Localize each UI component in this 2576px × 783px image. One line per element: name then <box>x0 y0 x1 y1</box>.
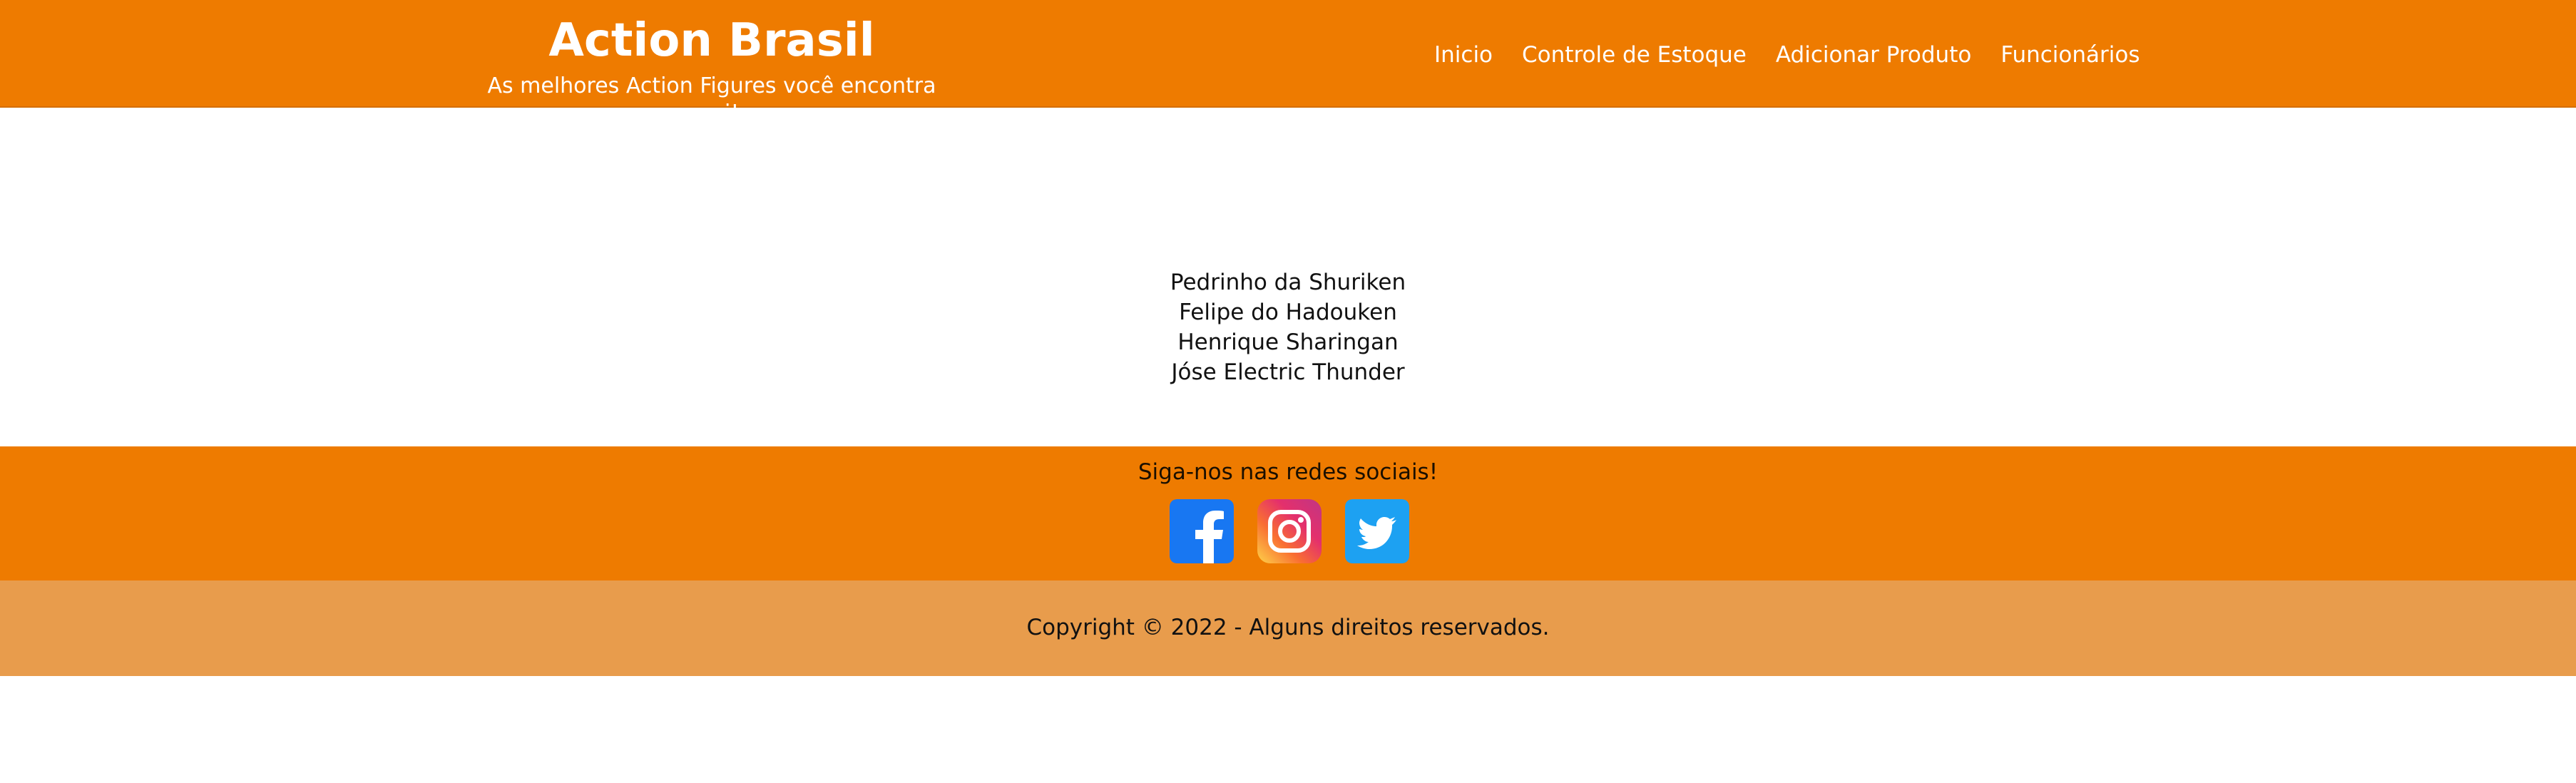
main-content: Pedrinho da Shuriken Felipe do Hadouken … <box>0 109 2576 446</box>
nav-link-controle-de-estoque[interactable]: Controle de Estoque <box>1522 37 1747 73</box>
site-header: Action Brasil As melhores Action Figures… <box>0 0 2576 126</box>
social-icons <box>1170 499 1409 563</box>
employee-name: Felipe do Hadouken <box>1179 300 1397 325</box>
social-section: Siga-nos nas redes sociais! <box>0 446 2576 580</box>
employee-name: Henrique Sharingan <box>1177 329 1399 355</box>
employee-name: Pedrinho da Shuriken <box>1170 270 1406 295</box>
main-nav: Inicio Controle de Estoque Adicionar Pro… <box>1434 37 2140 73</box>
twitter-icon[interactable] <box>1345 499 1409 563</box>
nav-link-adicionar-produto[interactable]: Adicionar Produto <box>1776 37 1971 73</box>
instagram-icon[interactable] <box>1257 499 1322 563</box>
employee-list: Pedrinho da Shuriken Felipe do Hadouken … <box>0 267 2576 387</box>
nav-link-funcionarios[interactable]: Funcionários <box>2000 37 2140 73</box>
facebook-icon[interactable] <box>1170 499 1234 563</box>
employee-name: Jóse Electric Thunder <box>1171 359 1405 385</box>
nav-link-inicio[interactable]: Inicio <box>1434 37 1493 73</box>
site-title[interactable]: Action Brasil <box>472 9 951 73</box>
site-footer: Copyright © 2022 - Alguns direitos reser… <box>0 580 2576 676</box>
social-title: Siga-nos nas redes sociais! <box>1138 459 1438 485</box>
copyright-text: Copyright © 2022 - Alguns direitos reser… <box>1026 615 1550 640</box>
